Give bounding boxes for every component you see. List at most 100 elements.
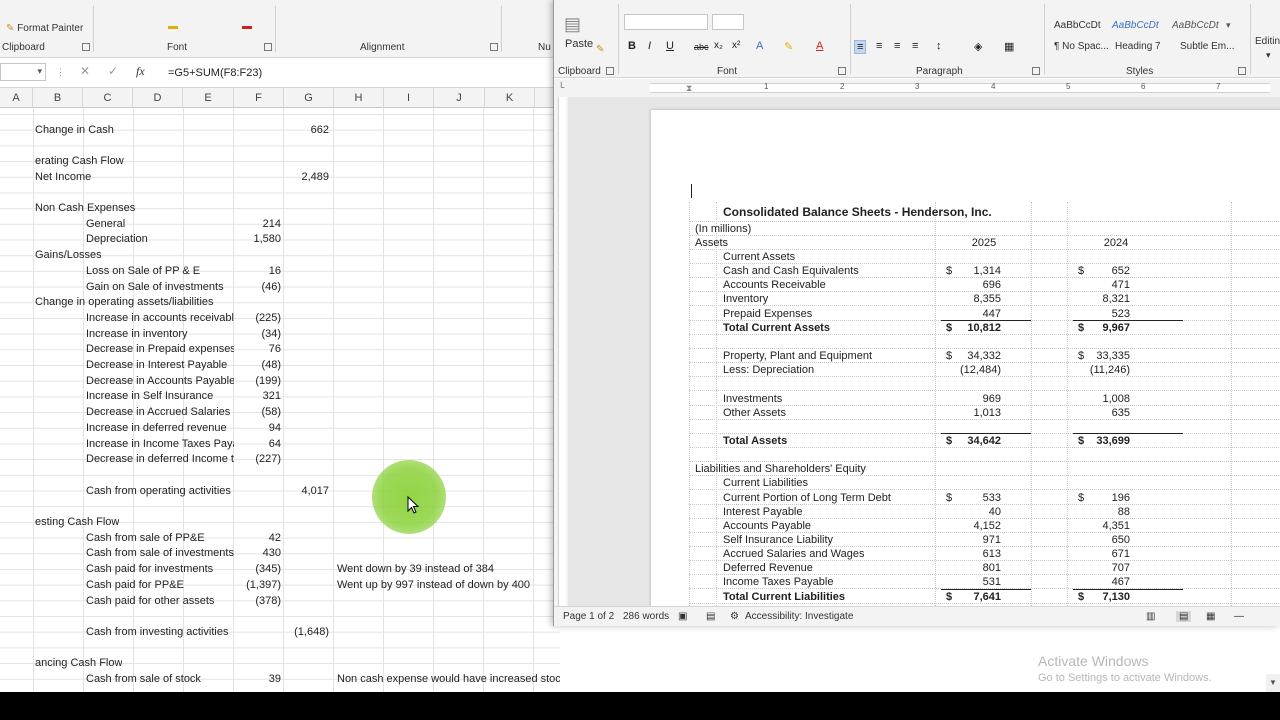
format-painter-button[interactable]: ✎ Format Painter — [6, 23, 83, 34]
column-header-e[interactable]: E — [183, 88, 234, 108]
cell-f[interactable]: 321 — [236, 389, 281, 404]
cell-b[interactable]: Gains/Losses — [35, 248, 102, 263]
styles-scroll-icon[interactable]: ▾ — [1226, 20, 1231, 31]
clipboard-launcher-icon[interactable] — [606, 67, 614, 75]
cell-b[interactable]: erating Cash Flow — [35, 154, 124, 169]
align-center-icon[interactable]: ≡ — [876, 40, 882, 52]
cell-c[interactable]: Increase in deferred revenue — [86, 421, 234, 436]
document-page[interactable]: Consolidated Balance Sheets - Henderson,… — [651, 110, 1280, 606]
cell-f[interactable]: (48) — [236, 358, 281, 373]
web-layout-icon[interactable]: ▦ — [1206, 611, 1215, 622]
cell-c[interactable]: General — [86, 217, 234, 232]
cell-c[interactable]: Depreciation — [86, 232, 234, 247]
cell-f[interactable]: (345) — [236, 562, 281, 577]
column-header-k[interactable]: K — [485, 88, 535, 108]
macro-icon[interactable]: ▤ — [706, 611, 715, 622]
enter-icon[interactable]: ✓ — [108, 64, 118, 78]
align-right-icon[interactable]: ≡ — [894, 40, 900, 52]
spreadsheet-grid[interactable]: Change in Cash 662 erating Cash Flow Net In… — [0, 108, 560, 692]
align-left-icon[interactable]: ≡ — [854, 40, 867, 54]
cell-f[interactable]: (227) — [236, 452, 281, 467]
column-header-h[interactable]: H — [334, 88, 384, 108]
line-spacing-icon[interactable]: ↕ — [936, 40, 942, 52]
style-preview[interactable]: AaBbCcDt — [1112, 20, 1159, 31]
tab-selector-icon[interactable]: └ — [558, 82, 564, 92]
cell-c[interactable]: Gain on Sale of investments — [86, 280, 234, 295]
highlight-color-icon[interactable]: ▬ — [168, 21, 178, 32]
clipboard-launcher-icon[interactable] — [82, 43, 90, 51]
cell-b[interactable]: esting Cash Flow — [35, 515, 119, 530]
cell-b[interactable]: Change in operating assets/liabilities — [35, 295, 214, 310]
column-header-i[interactable]: I — [384, 88, 434, 108]
cell-h[interactable]: Non cash expense would have increased st… — [337, 672, 560, 687]
highlight-icon[interactable]: ✎ — [784, 40, 793, 53]
italic-icon[interactable]: I — [648, 40, 651, 52]
print-layout-icon[interactable]: ▤ — [1176, 611, 1192, 622]
cell-c[interactable]: Increase in inventory — [86, 327, 234, 342]
strikethrough-icon[interactable]: abc — [694, 42, 709, 52]
cell-f[interactable]: (199) — [236, 374, 281, 389]
cell-b[interactable]: Net Income — [35, 170, 91, 185]
accessibility-status[interactable]: Accessibility: Investigate — [745, 611, 853, 622]
paragraph-launcher-icon[interactable] — [1032, 67, 1040, 75]
cancel-icon[interactable]: ✕ — [80, 64, 90, 78]
cell-f[interactable]: 94 — [236, 421, 281, 436]
cell-c[interactable]: Cash from sale of investments — [86, 546, 234, 561]
cell-f[interactable]: (378) — [236, 594, 281, 609]
cell-f[interactable]: 76 — [236, 342, 281, 357]
borders-icon[interactable]: ▦ — [1004, 40, 1014, 53]
cell-b[interactable]: ancing Cash Flow — [35, 656, 122, 671]
cell-f[interactable]: 64 — [236, 437, 281, 452]
cell-b[interactable]: Change in Cash — [35, 123, 114, 138]
cell-f[interactable]: 1,580 — [236, 232, 281, 247]
cell-h[interactable]: Went up by 997 instead of down by 400 — [337, 578, 530, 593]
scroll-down-icon[interactable]: ▼ — [1266, 674, 1280, 692]
subscript-icon[interactable]: x₂ — [714, 40, 723, 51]
style-heading-7[interactable]: Heading 7 — [1115, 41, 1161, 52]
cell-g[interactable]: 662 — [286, 123, 329, 138]
font-color-icon[interactable]: ▬ — [242, 21, 252, 32]
superscript-icon[interactable]: x² — [732, 40, 740, 51]
cell-f[interactable]: (1,397) — [236, 578, 281, 593]
cell-f[interactable]: (46) — [236, 280, 281, 295]
cell-c[interactable]: Cash from investing activities — [86, 625, 234, 640]
font-size-box[interactable] — [712, 14, 744, 30]
cell-c[interactable]: Decrease in Interest Payable — [86, 358, 234, 373]
cell-c[interactable]: Decrease in deferred Income ta — [86, 452, 234, 467]
alignment-launcher-icon[interactable] — [490, 43, 498, 51]
style-preview[interactable]: AaBbCcDt — [1054, 20, 1101, 31]
formula-input[interactable]: =G5+SUM(F8:F23) — [168, 67, 262, 79]
cell-c[interactable]: Cash paid for other assets — [86, 594, 234, 609]
cell-c[interactable]: Cash from sale of PP&E — [86, 531, 234, 546]
column-header-a[interactable]: A — [0, 88, 33, 108]
justify-icon[interactable]: ≡ — [912, 40, 918, 52]
cell-f[interactable]: 16 — [236, 264, 281, 279]
underline-icon[interactable]: U — [666, 40, 674, 52]
font-launcher-icon[interactable] — [838, 67, 846, 75]
page-count[interactable]: Page 1 of 2 — [563, 611, 614, 622]
column-header-j[interactable]: J — [434, 88, 485, 108]
cell-f[interactable]: (34) — [236, 327, 281, 342]
cell-f[interactable]: 430 — [236, 546, 281, 561]
name-box[interactable]: ▾ — [0, 63, 46, 81]
cell-c[interactable]: Decrease in Prepaid expenses — [86, 342, 234, 357]
accessibility-icon[interactable]: ⚙ — [730, 611, 739, 622]
font-color-icon[interactable]: A — [816, 40, 823, 52]
font-name-box[interactable] — [624, 14, 708, 30]
cell-f[interactable]: 42 — [236, 531, 281, 546]
cell-f[interactable]: 39 — [236, 672, 281, 687]
bold-icon[interactable]: B — [628, 40, 636, 52]
cell-h[interactable]: Went down by 39 instead of 384 — [337, 562, 494, 577]
cell-g[interactable]: 2,489 — [286, 170, 329, 185]
read-mode-icon[interactable]: ▥ — [1146, 611, 1155, 622]
cell-c[interactable]: Loss on Sale of PP & E — [86, 264, 234, 279]
horizontal-ruler[interactable]: └ ⧗ 1 2 3 4 5 6 7 — [554, 79, 1280, 97]
cell-c[interactable]: Decrease in Accrued Salaries — [86, 405, 234, 420]
cell-c[interactable]: Cash from operating activities — [86, 484, 234, 499]
column-header-b[interactable]: B — [33, 88, 83, 108]
shading-icon[interactable]: ◈ — [974, 40, 982, 53]
column-header-c[interactable]: C — [83, 88, 133, 108]
column-header-d[interactable]: D — [133, 88, 183, 108]
style-no-spacing[interactable]: ¶ No Spac... — [1054, 41, 1109, 52]
zoom-out-icon[interactable]: — — [1234, 611, 1244, 622]
